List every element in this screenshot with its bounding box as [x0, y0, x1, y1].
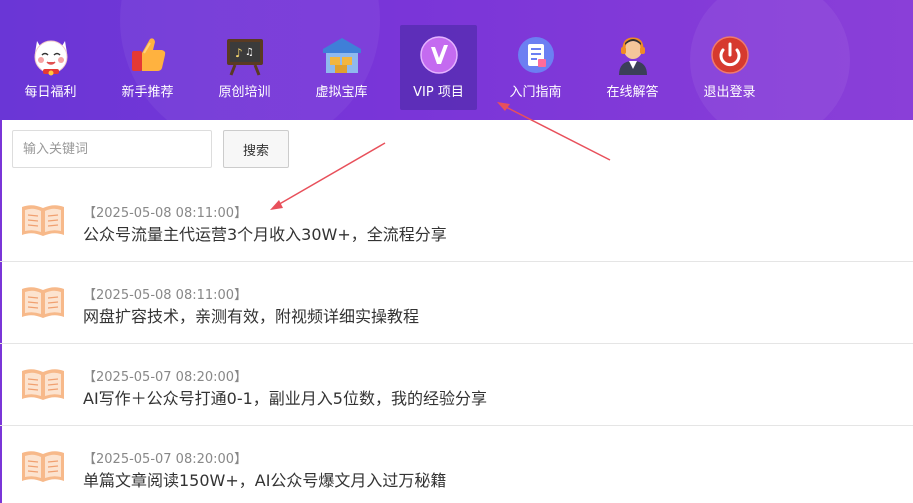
nav-item-vip-project[interactable]: VIP 项目 — [400, 25, 477, 110]
svg-text:♪: ♪ — [235, 46, 243, 60]
nav-item-label: 在线解答 — [606, 85, 659, 100]
article-list-item[interactable]: 【2025-05-07 08:20:00】 AI写作＋公众号打通0-1，副业月入… — [0, 344, 913, 426]
power-icon — [710, 36, 749, 74]
svg-text:♫: ♫ — [245, 47, 254, 58]
nav-item-beginner-recommend[interactable]: 新手推荐 — [109, 25, 186, 110]
article-title[interactable]: AI写作＋公众号打通0-1，副业月入5位数，我的经验分享 — [83, 385, 487, 409]
article-list-item[interactable]: 【2025-05-08 08:11:00】 公众号流量主代运营3个月收入30W+… — [0, 180, 913, 262]
nav-item-logout[interactable]: 退出登录 — [691, 25, 768, 110]
article-date: 【2025-05-07 08:20:00】 — [83, 452, 248, 467]
lucky-cat-icon — [34, 40, 67, 76]
document-icon — [517, 37, 554, 73]
search-input[interactable] — [12, 130, 212, 168]
nav-item-original-training[interactable]: ♪ ♫ 原创培训 — [206, 25, 283, 110]
warehouse-icon — [322, 38, 361, 73]
nav-item-getting-started[interactable]: 入门指南 — [497, 25, 574, 110]
nav-item-virtual-treasury[interactable]: 虚拟宝库 — [303, 25, 380, 110]
nav-item-label: 每日福利 — [24, 85, 77, 100]
thumbs-up-icon — [131, 38, 165, 71]
search-button[interactable]: 搜索 — [223, 130, 289, 168]
article-date: 【2025-05-08 08:11:00】 — [83, 288, 248, 303]
nav-item-label: 虚拟宝库 — [315, 85, 368, 100]
support-agent-icon — [618, 37, 647, 75]
book-icon — [22, 369, 64, 400]
vip-badge-icon — [419, 36, 458, 74]
article-title[interactable]: 单篇文章阅读150W+，AI公众号爆文月入过万秘籍 — [83, 467, 446, 491]
nav-item-label: 入门指南 — [509, 85, 562, 100]
article-date: 【2025-05-08 08:11:00】 — [83, 206, 248, 221]
nav-item-label: 退出登录 — [703, 85, 756, 100]
nav-item-online-answers[interactable]: 在线解答 — [594, 25, 671, 110]
book-icon — [22, 205, 64, 236]
top-navigation-bar: 每日福利 新手推荐 ♪ ♫ 原创培训 虚拟宝库 VIP 项目 入门指南 在线解答… — [0, 0, 913, 120]
article-date: 【2025-05-07 08:20:00】 — [83, 370, 248, 385]
nav-item-daily-welfare[interactable]: 每日福利 — [12, 25, 89, 110]
chalkboard-icon: ♪ ♫ — [226, 39, 263, 76]
article-list-item[interactable]: 【2025-05-07 08:20:00】 单篇文章阅读150W+，AI公众号爆… — [0, 426, 913, 503]
article-title[interactable]: 公众号流量主代运营3个月收入30W+，全流程分享 — [83, 221, 447, 245]
nav-item-label: 原创培训 — [218, 85, 271, 100]
article-list-item[interactable]: 【2025-05-08 08:11:00】 网盘扩容技术，亲测有效，附视频详细实… — [0, 262, 913, 344]
book-icon — [22, 451, 64, 482]
book-icon — [22, 287, 64, 318]
article-title[interactable]: 网盘扩容技术，亲测有效，附视频详细实操教程 — [83, 303, 419, 327]
nav-item-label: VIP 项目 — [413, 85, 464, 100]
nav-item-label: 新手推荐 — [121, 85, 174, 100]
